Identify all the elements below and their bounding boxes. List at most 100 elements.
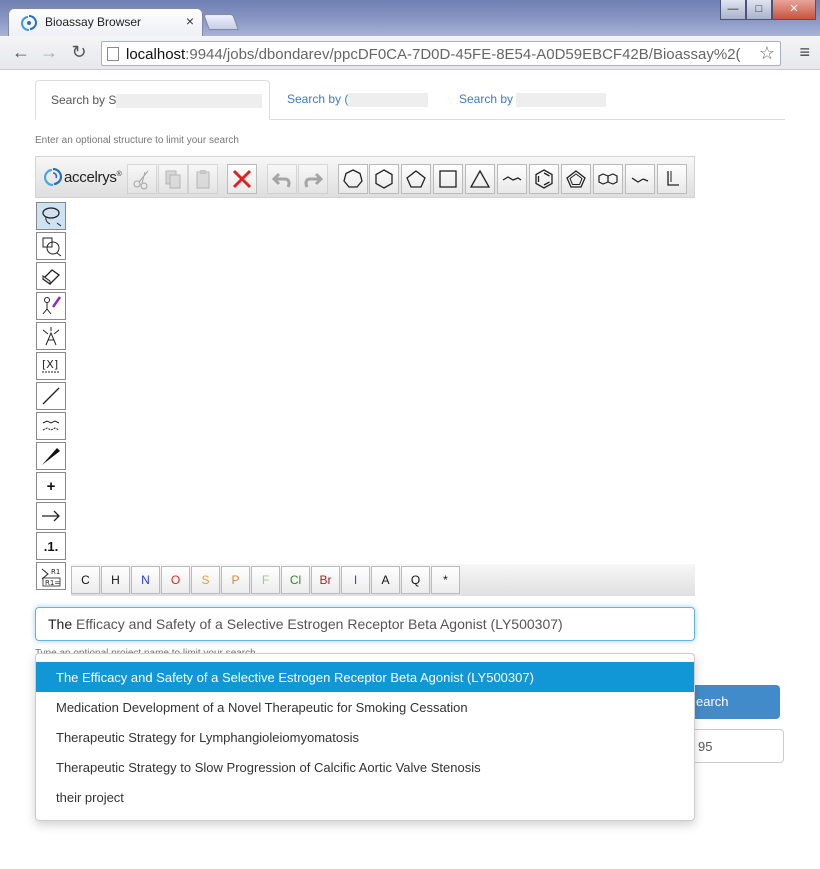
atom-button-c[interactable]: C <box>71 566 100 594</box>
rotate-select-icon <box>42 237 62 257</box>
maximize-button[interactable]: □ <box>746 0 772 20</box>
redacted-label <box>516 92 607 107</box>
tab-title: Bioassay Browser <box>45 15 142 29</box>
minimize-button[interactable]: — <box>720 0 746 20</box>
triangle-icon <box>469 169 491 188</box>
benzene-icon <box>535 169 553 189</box>
single-bond-icon <box>42 387 60 405</box>
atom-button-a[interactable]: A <box>371 566 400 594</box>
heptagon-icon <box>343 169 363 188</box>
svg-text:[X]: [X] <box>42 358 58 371</box>
atom-button-n[interactable]: N <box>131 566 160 594</box>
sketcher-left-toolbar: [X] + .1. R1 R1= <box>35 202 67 594</box>
wavy-bond-button[interactable] <box>36 412 66 440</box>
browser-toolbar: ← → ↻ localhost:9944/jobs/dbondarev/ppcD… <box>0 36 820 70</box>
paste-button[interactable] <box>188 164 218 194</box>
dropdown-item[interactable]: their project <box>36 782 694 812</box>
browser-tab[interactable]: Bioassay Browser × <box>8 8 203 36</box>
arrow-right-icon <box>42 510 60 522</box>
atom-map-icon: .1. <box>43 538 59 554</box>
url-text: localhost:9944/jobs/dbondarev/ppcDF0CA-7… <box>126 46 741 63</box>
new-tab-button[interactable] <box>203 14 239 30</box>
cut-button[interactable] <box>127 164 157 194</box>
benzene-button[interactable] <box>529 164 559 194</box>
bracket-button[interactable]: [X] <box>36 352 66 380</box>
copy-button[interactable] <box>158 164 188 194</box>
atom-button-i[interactable]: I <box>341 566 370 594</box>
dropdown-item[interactable]: The Efficacy and Safety of a Selective E… <box>36 662 694 692</box>
atom-button-cl[interactable]: Cl <box>281 566 310 594</box>
aromatic-pentagon-icon <box>566 170 586 188</box>
tab-search-third[interactable]: Search by <box>459 80 607 120</box>
redo-button[interactable] <box>298 164 328 194</box>
dropdown-item[interactable]: Therapeutic Strategy to Slow Progression… <box>36 752 694 782</box>
dropdown-item[interactable]: Therapeutic Strategy for Lymphangioleiom… <box>36 722 694 752</box>
atom-button-any[interactable]: * <box>431 566 460 594</box>
atom-button-o[interactable]: O <box>161 566 190 594</box>
reaction-arrow-button[interactable] <box>36 502 66 530</box>
redacted-label <box>348 92 429 107</box>
atom-button-p[interactable]: P <box>221 566 250 594</box>
tab-close-icon[interactable]: × <box>186 13 194 29</box>
address-bar[interactable]: localhost:9944/jobs/dbondarev/ppcDF0CA-7… <box>101 41 781 66</box>
atom-button-s[interactable]: S <box>191 566 220 594</box>
structure-sketcher[interactable]: accelrys® [X] + .1. R1 R1= C H N O S P F… <box>35 156 695 596</box>
forward-arrow-icon[interactable]: → <box>38 42 60 63</box>
pentagon-icon <box>406 170 426 188</box>
single-bond-button[interactable] <box>36 382 66 410</box>
atom-charge-icon <box>42 327 60 346</box>
chrome-menu-icon[interactable]: ≡ <box>799 42 810 63</box>
autocomplete-dropdown: The Efficacy and Safety of a Selective E… <box>35 653 695 821</box>
l-bond-icon <box>667 171 679 186</box>
cyclobutane-button[interactable] <box>433 164 463 194</box>
atom-button-br[interactable]: Br <box>311 566 340 594</box>
chain-icon <box>502 176 522 181</box>
delete-button[interactable] <box>227 164 257 194</box>
clipboard-icon <box>196 170 210 189</box>
atom-button-h[interactable]: H <box>101 566 130 594</box>
back-arrow-icon[interactable]: ← <box>10 42 32 63</box>
tab-search-second[interactable]: Search by ( <box>287 80 429 120</box>
red-x-icon <box>232 169 252 189</box>
chain-button[interactable] <box>497 164 527 194</box>
atom-palette: C H N O S P F Cl Br I A Q * <box>71 564 695 596</box>
tab-search-structure[interactable]: Search by S <box>35 80 270 120</box>
square-icon <box>439 170 457 188</box>
select-rotate-button[interactable] <box>36 232 66 260</box>
undo-button[interactable] <box>267 164 297 194</box>
svg-text:R1=: R1= <box>45 579 60 587</box>
bond-angle-icon <box>631 177 649 183</box>
wedge-bond-button[interactable] <box>36 442 66 470</box>
atom-map-button[interactable]: .1. <box>36 532 66 560</box>
atom-button-q[interactable]: Q <box>401 566 430 594</box>
lasso-button[interactable] <box>36 202 66 230</box>
lasso-icon <box>42 207 62 227</box>
cyclopentadiene-button[interactable] <box>561 164 591 194</box>
atom-property-button[interactable] <box>36 292 66 320</box>
close-window-button[interactable]: ✕ <box>772 0 816 20</box>
search-tabs: Search by S Search by ( Search by <box>35 80 785 120</box>
cyclopropane-button[interactable] <box>465 164 495 194</box>
charge-button[interactable] <box>36 322 66 350</box>
project-search-input[interactable]: The Efficacy and Safety of a Selective E… <box>35 607 695 641</box>
bookmark-star-icon[interactable]: ☆ <box>759 43 775 64</box>
bond-tool-button[interactable] <box>657 164 687 194</box>
cyclohexane-button[interactable] <box>369 164 399 194</box>
rgroup-button[interactable]: R1 R1= <box>36 562 66 590</box>
add-atom-button[interactable]: + <box>36 472 66 500</box>
dropdown-item[interactable]: Medication Development of a Novel Therap… <box>36 692 694 722</box>
eraser-button[interactable] <box>36 262 66 290</box>
scissors-icon <box>133 170 149 190</box>
rgroup-icon: R1 R1= <box>41 568 61 587</box>
cycloheptane-button[interactable] <box>338 164 368 194</box>
accelrys-swirl-icon <box>44 168 62 186</box>
plus-icon: + <box>46 477 56 495</box>
template-button[interactable] <box>625 164 655 194</box>
atom-pen-icon <box>42 296 62 315</box>
atom-button-f[interactable]: F <box>251 566 280 594</box>
brand-text: accelrys® <box>64 169 122 186</box>
wavy-bond-icon <box>42 420 60 431</box>
naphthalene-button[interactable] <box>593 164 623 194</box>
reload-icon[interactable]: ↻ <box>68 42 90 63</box>
cyclopentane-button[interactable] <box>401 164 431 194</box>
